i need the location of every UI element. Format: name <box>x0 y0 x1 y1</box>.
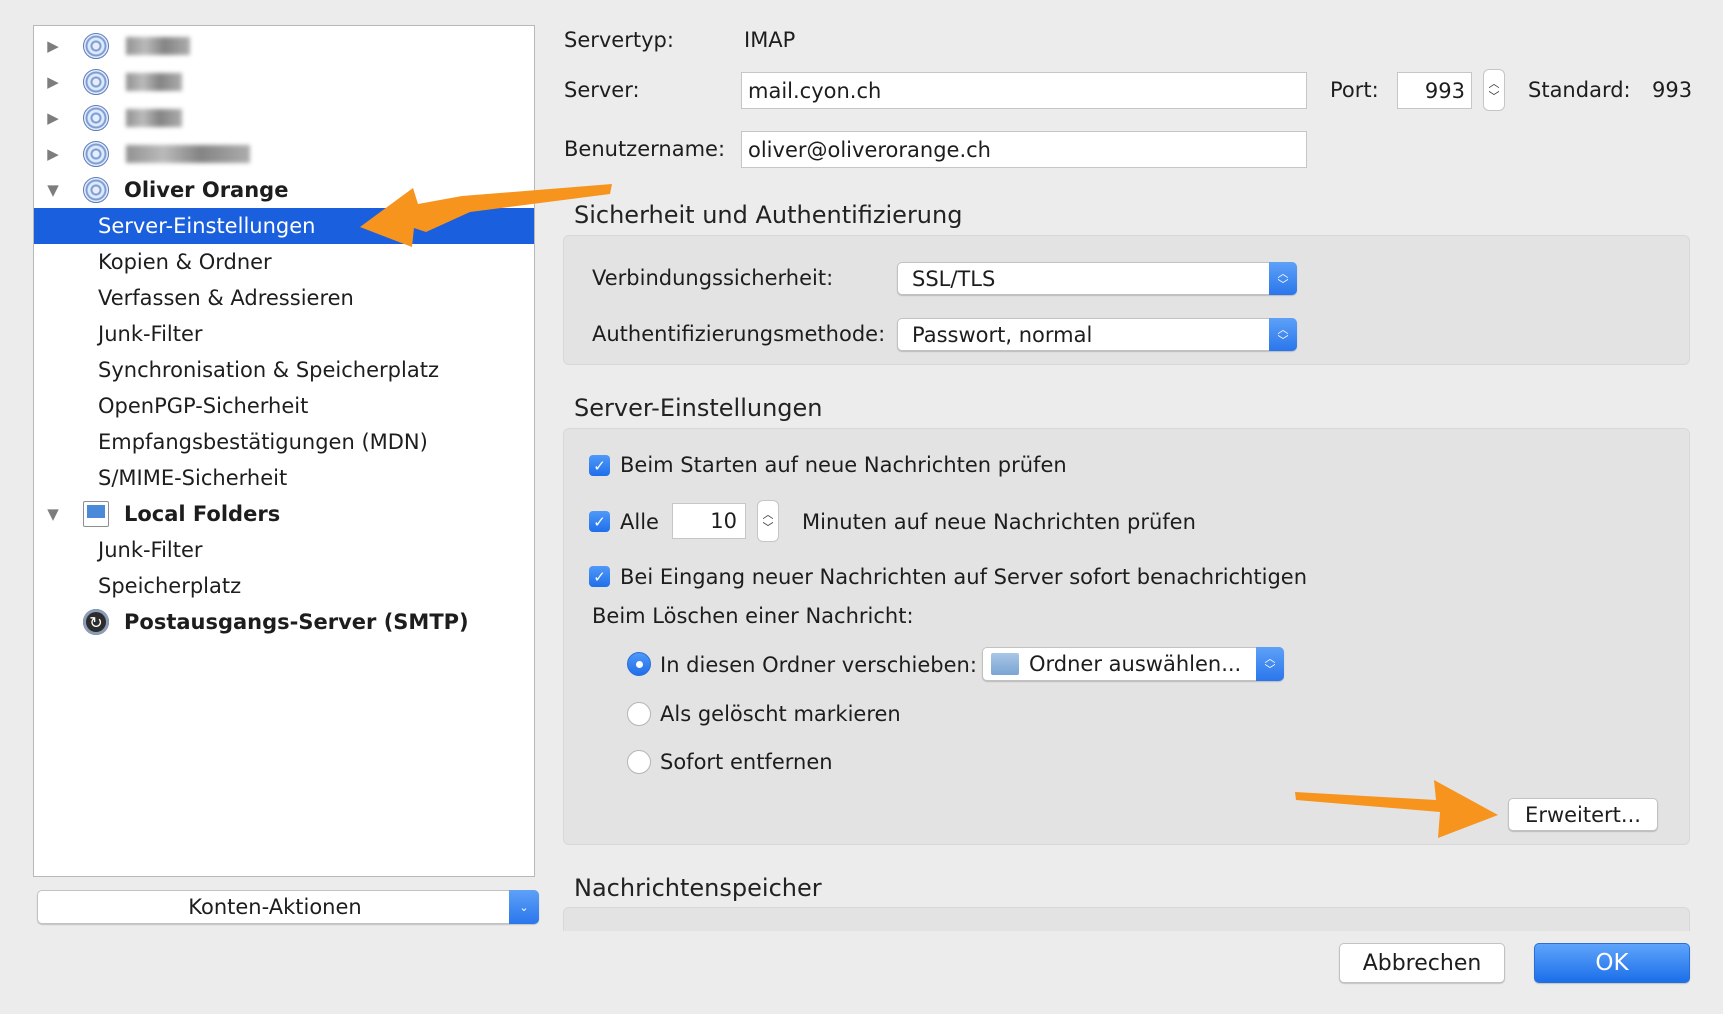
annotation-arrow-advanced <box>1295 780 1498 838</box>
annotation-arrow-sidebar <box>360 184 612 247</box>
annotation-arrows <box>360 184 1498 838</box>
